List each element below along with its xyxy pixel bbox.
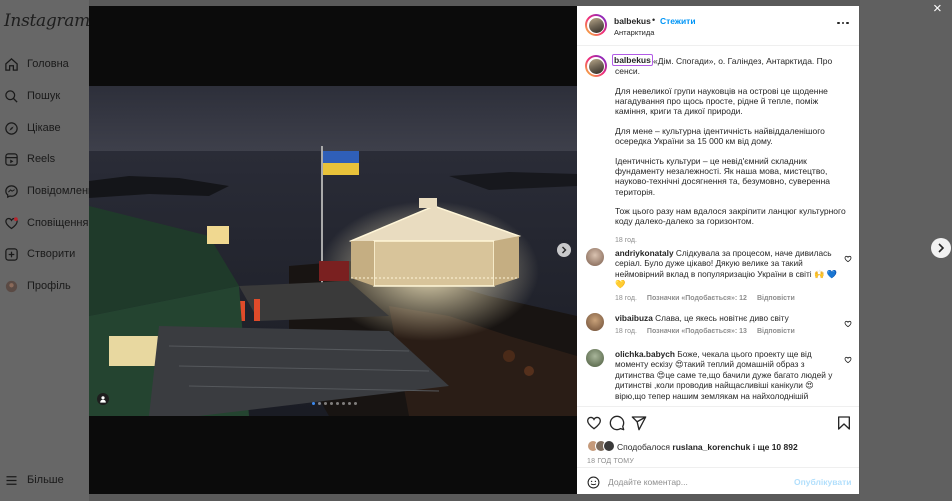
sidebar-item-label: Головна xyxy=(27,58,69,70)
compass-icon xyxy=(4,121,19,136)
reply-button[interactable]: Відповісти xyxy=(757,327,795,337)
menu-icon xyxy=(4,473,19,488)
search-icon xyxy=(4,89,19,104)
comment-input[interactable] xyxy=(608,474,788,490)
post-photo xyxy=(89,86,577,416)
author-avatar[interactable] xyxy=(585,55,607,77)
chevron-right-icon xyxy=(562,246,567,254)
likes-prefix: Сподобалося xyxy=(617,442,671,452)
sidebar-item-label: Цікаве xyxy=(27,122,61,134)
author-avatar[interactable] xyxy=(585,14,607,36)
sidebar-item-profile[interactable]: Профіль xyxy=(4,275,71,297)
likers-avatars xyxy=(587,440,615,452)
share-icon[interactable] xyxy=(631,415,647,431)
comment-icon[interactable] xyxy=(609,415,625,431)
post-actions: Сподобалося ruslana_korenchuk і ще 10 89… xyxy=(577,406,859,494)
publish-button[interactable]: Опублікувати xyxy=(794,477,851,487)
post-header: balbekus • Стежити Антарктида xyxy=(577,6,859,46)
author-username[interactable]: balbekus xyxy=(614,16,651,26)
carousel-dot xyxy=(348,402,351,405)
comment-likes[interactable]: Позначки «Подобається»: 12 xyxy=(647,294,747,304)
sidebar-item-home[interactable]: Головна xyxy=(4,53,69,75)
commenter-username[interactable]: andriykonataly xyxy=(615,248,674,258)
home-icon xyxy=(4,57,19,72)
post-location[interactable]: Антарктида xyxy=(614,28,654,37)
more-options-icon[interactable] xyxy=(837,20,849,26)
chevron-right-icon xyxy=(938,243,945,253)
user-icon xyxy=(100,396,106,403)
carousel-dot xyxy=(336,402,339,405)
caption-paragraph: Ідентичність культури – це невід'ємний с… xyxy=(615,155,831,197)
carousel-dot xyxy=(318,402,321,405)
likes-count[interactable]: і ще 10 892 xyxy=(753,442,798,452)
like-comment-icon[interactable] xyxy=(844,320,852,328)
reels-icon xyxy=(4,152,19,167)
post-timestamp[interactable]: 18 ГОД ТОМУ xyxy=(587,458,634,465)
separator-dot: • xyxy=(652,15,656,25)
emoji-icon[interactable] xyxy=(587,476,600,489)
sidebar-item-label: Reels xyxy=(27,153,56,165)
sidebar-item-more[interactable]: Більше xyxy=(4,469,64,491)
reply-button[interactable]: Відповісти xyxy=(757,294,795,304)
sidebar-item-label: Пошук xyxy=(27,90,61,102)
bookmark-icon[interactable] xyxy=(836,415,852,431)
commenter-avatar[interactable] xyxy=(586,349,604,367)
add-comment-bar: Опублікувати xyxy=(577,467,859,495)
liker-username[interactable]: ruslana_korenchuk xyxy=(672,442,750,452)
carousel-next-button[interactable] xyxy=(557,243,571,257)
carousel-dot xyxy=(324,402,327,405)
likes-summary[interactable]: Сподобалося ruslana_korenchuk і ще 10 89… xyxy=(617,442,798,452)
sidebar: Instagram Головна Пошук Цікаве Reels Пов… xyxy=(0,0,100,501)
commenter-username[interactable]: vibaibuza xyxy=(615,313,653,323)
sidebar-item-reels[interactable]: Reels xyxy=(4,148,55,170)
carousel-dots xyxy=(312,402,357,405)
like-comment-icon[interactable] xyxy=(844,255,852,263)
profile-avatar xyxy=(4,279,19,294)
comments-section: «Дім. Спогади», о. Галіндез, Антарктида.… xyxy=(577,47,859,406)
sidebar-item-create[interactable]: Створити xyxy=(4,243,75,265)
post-panel: balbekus • Стежити Антарктида «Дім. Спог… xyxy=(577,6,859,494)
close-icon[interactable]: × xyxy=(933,1,942,16)
tagged-users-button[interactable] xyxy=(97,393,109,405)
caption-time[interactable]: 18 год. xyxy=(615,236,851,246)
comment-time[interactable]: 18 год. xyxy=(615,294,637,304)
comment-text: Слава, це якесь новітнє диво світу xyxy=(655,313,789,323)
comment-likes[interactable]: Позначки «Подобається»: 13 xyxy=(647,327,747,337)
follow-button[interactable]: Стежити xyxy=(660,16,696,26)
carousel-dot xyxy=(330,402,333,405)
commenter-avatar[interactable] xyxy=(586,248,604,266)
sidebar-item-search[interactable]: Пошук xyxy=(4,85,60,107)
caption-paragraph: Для невеликої групи науковців на острові… xyxy=(615,85,828,117)
like-comment-icon[interactable] xyxy=(844,356,852,364)
next-post-button[interactable] xyxy=(931,238,951,258)
sidebar-item-label: Більше xyxy=(27,474,64,486)
heart-icon xyxy=(4,216,19,231)
plus-square-icon xyxy=(4,247,19,262)
sidebar-item-notifications[interactable]: Сповіщення xyxy=(4,212,88,234)
sidebar-item-label: Сповіщення xyxy=(27,217,89,229)
messenger-icon xyxy=(4,184,19,199)
sidebar-item-label: Профіль xyxy=(27,280,71,292)
commenter-avatar[interactable] xyxy=(586,313,604,331)
sidebar-item-explore[interactable]: Цікаве xyxy=(4,117,61,139)
like-icon[interactable] xyxy=(586,415,602,431)
instagram-logo[interactable]: Instagram xyxy=(4,11,90,31)
comment-time[interactable]: 18 год. xyxy=(615,327,637,337)
caption-paragraph: Тож цього разу нам вдалося закріпити лан… xyxy=(615,206,846,227)
sidebar-item-messages[interactable]: Повідомлення xyxy=(4,180,100,202)
post-caption: «Дім. Спогади», о. Галіндез, Антарктида.… xyxy=(615,56,851,246)
commenter-username[interactable]: olichka.babych xyxy=(615,349,675,359)
caption-paragraph: Для мене – культурна ідентичність найвід… xyxy=(615,126,825,147)
sidebar-item-label: Створити xyxy=(27,248,76,260)
carousel-dot xyxy=(342,402,345,405)
caption-username[interactable]: balbekus xyxy=(612,54,653,66)
carousel-dot xyxy=(312,402,315,405)
carousel-dot xyxy=(354,402,357,405)
post-media[interactable] xyxy=(89,6,577,494)
